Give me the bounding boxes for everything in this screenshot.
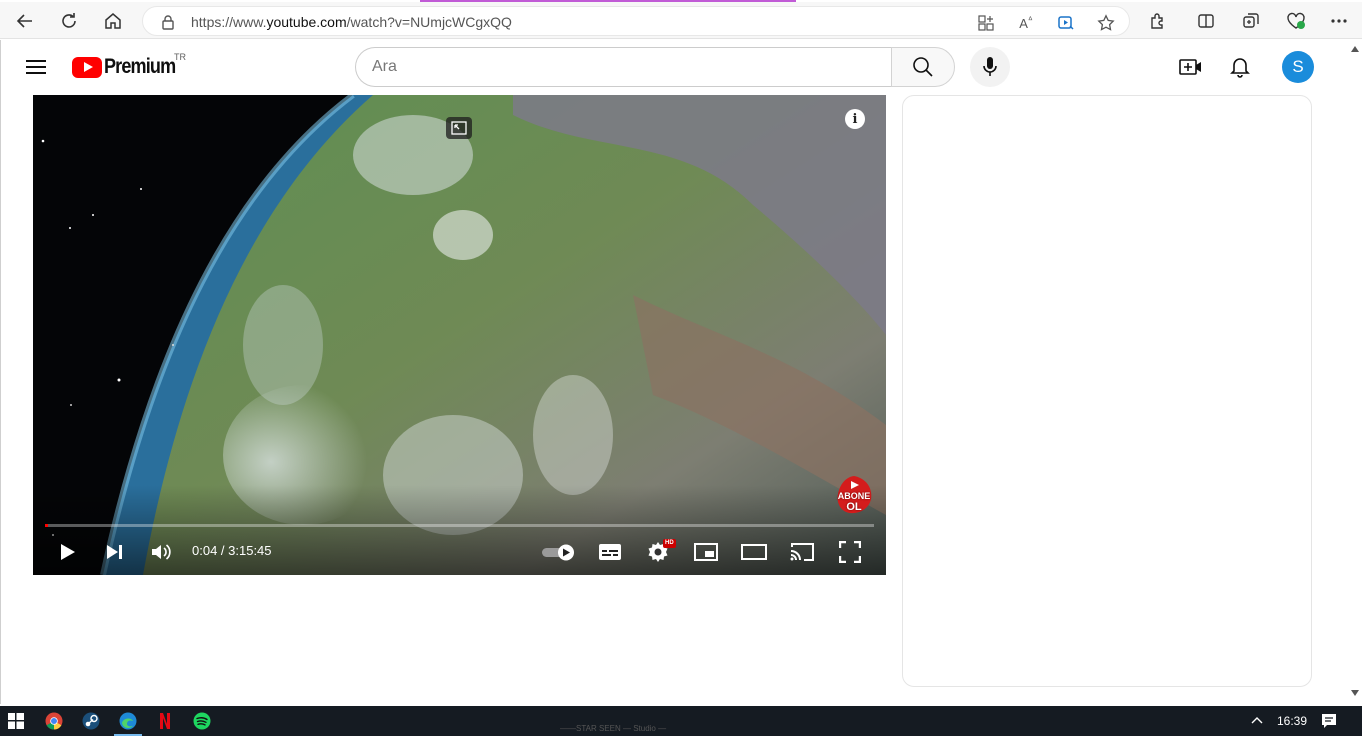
- chrome-icon: [45, 712, 63, 730]
- microphone-icon: [983, 57, 997, 76]
- scroll-up-arrow-icon[interactable]: [1351, 46, 1359, 52]
- search-input[interactable]: [372, 56, 872, 78]
- avatar[interactable]: S: [1282, 51, 1314, 83]
- extensions-button[interactable]: [1146, 9, 1170, 33]
- star-icon: [1097, 14, 1115, 31]
- autoplay-toggle[interactable]: [540, 537, 578, 567]
- hd-badge: HD: [663, 539, 676, 548]
- netflix-icon: [160, 713, 170, 729]
- skip-next-icon: [107, 545, 122, 559]
- theater-mode-icon: [741, 544, 767, 560]
- settings-menu-button[interactable]: [1327, 9, 1351, 33]
- youtube-premium-logo[interactable]: Premium TR: [72, 52, 187, 79]
- steam-icon: [82, 712, 100, 730]
- time-display: 0:04 / 3:15:45: [192, 543, 272, 558]
- browser-toolbar: https://www.youtube.com/watch?v=NUmjcWCg…: [0, 2, 1362, 39]
- back-button[interactable]: [10, 6, 40, 36]
- tray-expand-chevron-icon[interactable]: [1251, 715, 1263, 725]
- watermark-line-1: ABONE: [837, 491, 871, 501]
- video-add-icon: [1179, 59, 1201, 75]
- bell-icon: [1230, 58, 1250, 78]
- cast-icon: [790, 543, 814, 561]
- refresh-icon: [62, 13, 76, 28]
- voice-search-button[interactable]: [970, 47, 1010, 87]
- cast-button[interactable]: [785, 537, 819, 567]
- collections-button[interactable]: [1239, 9, 1263, 33]
- taskbar-background-text: ——STAR SEEN — Studio —: [560, 724, 667, 733]
- progress-bar[interactable]: [45, 524, 874, 527]
- collections-icon: [1243, 13, 1259, 28]
- refresh-button[interactable]: [54, 6, 84, 36]
- mute-button[interactable]: [145, 537, 179, 567]
- split-screen-button[interactable]: [1194, 9, 1218, 33]
- heart-pulse-icon: [1287, 12, 1305, 29]
- windows-logo-icon: [8, 713, 24, 729]
- taskbar-edge[interactable]: [114, 711, 142, 736]
- search-button[interactable]: [891, 47, 955, 87]
- back-arrow-icon: [16, 14, 32, 28]
- progress-played: [45, 524, 48, 527]
- puzzle-icon: [1151, 13, 1163, 29]
- windows-taskbar: ——STAR SEEN — Studio — 16:39: [0, 706, 1362, 736]
- info-button[interactable]: i: [845, 109, 865, 129]
- browser-essentials-button[interactable]: [1284, 9, 1308, 33]
- favorite-button[interactable]: [1096, 13, 1116, 33]
- copilot-icon: [1058, 16, 1074, 30]
- watermark-line-2: OL: [846, 501, 862, 513]
- home-icon: [105, 13, 121, 29]
- split-screen-icon: [1198, 14, 1214, 28]
- theater-mode-button[interactable]: [737, 537, 771, 567]
- read-aloud-icon: A: [1019, 15, 1028, 31]
- read-aloud-button[interactable]: Aᐞ: [1016, 13, 1036, 33]
- fullscreen-button[interactable]: [833, 537, 867, 567]
- subtitles-icon: [599, 544, 621, 560]
- video-player[interactable]: i ABONE OL 0:04 / 3:15:45 HD: [33, 95, 886, 575]
- subtitles-button[interactable]: [593, 537, 627, 567]
- notification-center-icon[interactable]: [1321, 713, 1337, 729]
- taskbar-steam[interactable]: [81, 711, 101, 731]
- taskbar-clock[interactable]: 16:39: [1277, 714, 1307, 728]
- taskbar-spotify[interactable]: [192, 711, 212, 731]
- lock-icon: [162, 15, 174, 30]
- search-box: [355, 47, 892, 87]
- copilot-button[interactable]: [1056, 13, 1076, 33]
- miniplayer-exit-button[interactable]: [446, 117, 472, 139]
- scroll-down-arrow-icon[interactable]: [1351, 690, 1359, 696]
- fullscreen-icon: [839, 541, 861, 563]
- edge-icon: [119, 712, 137, 730]
- play-icon: [61, 544, 75, 560]
- play-button[interactable]: [51, 537, 85, 567]
- expand-arrows-icon: [451, 121, 467, 135]
- taskbar-netflix[interactable]: [155, 711, 175, 731]
- secondary-panel: [902, 95, 1312, 687]
- guide-menu-button[interactable]: [26, 58, 48, 76]
- subscribe-watermark[interactable]: ABONE OL: [833, 475, 875, 515]
- spotify-icon: [193, 712, 211, 730]
- autoplay-toggle-icon: [542, 544, 574, 561]
- url-text: https://www.youtube.com/watch?v=NUmjcWCg…: [191, 14, 512, 30]
- more-dots-icon: [1331, 19, 1347, 23]
- country-code: TR: [174, 52, 186, 62]
- app-grid-icon: [978, 15, 994, 31]
- notifications-button[interactable]: [1227, 54, 1253, 80]
- volume-icon: [152, 544, 171, 560]
- brand-text: Premium: [104, 55, 176, 78]
- address-bar[interactable]: https://www.youtube.com/watch?v=NUmjcWCg…: [142, 6, 1130, 36]
- taskbar-chrome[interactable]: [44, 711, 64, 731]
- miniplayer-button[interactable]: [689, 537, 723, 567]
- miniplayer-icon: [694, 543, 718, 561]
- app-available-button[interactable]: [976, 13, 996, 33]
- create-button[interactable]: [1178, 54, 1204, 80]
- youtube-play-icon: [72, 56, 102, 78]
- next-button[interactable]: [98, 537, 132, 567]
- home-button[interactable]: [98, 6, 128, 36]
- start-button[interactable]: [6, 711, 26, 731]
- search-icon: [913, 57, 933, 77]
- page-scrollbar[interactable]: [1348, 40, 1362, 704]
